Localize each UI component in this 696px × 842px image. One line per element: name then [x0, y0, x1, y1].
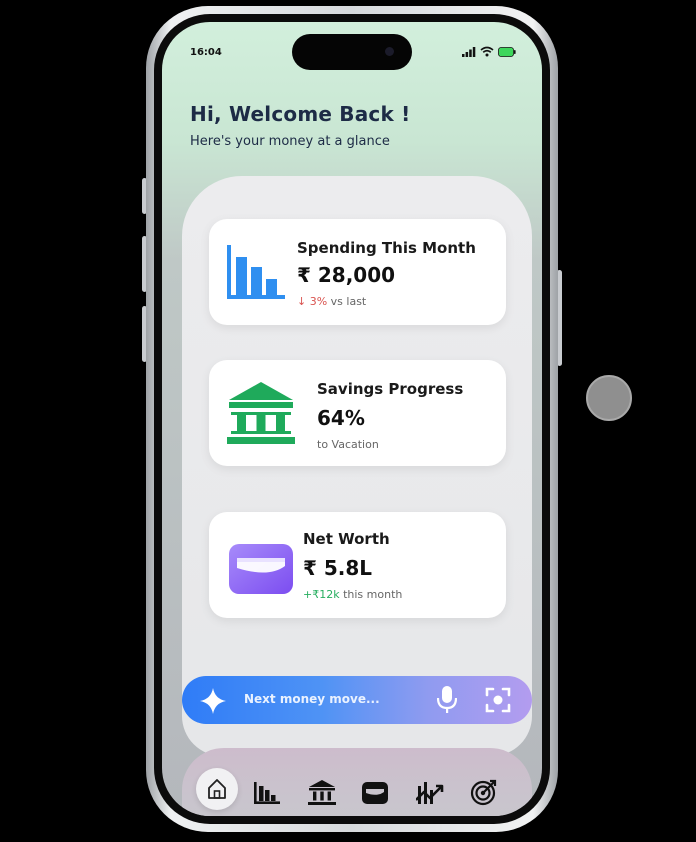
- nav-wallet-icon[interactable]: [362, 782, 388, 804]
- battery-icon: [498, 46, 516, 57]
- touch-cursor-indicator: [586, 375, 632, 421]
- networth-change-amount: +₹12k: [303, 588, 340, 601]
- nav-savings-icon[interactable]: [308, 780, 336, 806]
- networth-card[interactable]: Net Worth ₹ 5.8L +₹12k this month: [209, 512, 506, 618]
- phone-frame: 16:04 Hi, Welcome Back ! Here's your mon…: [146, 6, 558, 832]
- wifi-icon: [480, 46, 494, 57]
- savings-detail: to Vacation: [317, 438, 379, 451]
- bottom-nav: [182, 748, 532, 816]
- scan-icon[interactable]: [485, 687, 511, 713]
- savings-value: 64%: [317, 406, 365, 430]
- camera-lens: [385, 47, 394, 56]
- microphone-icon[interactable]: [437, 686, 457, 714]
- nav-trend-icon[interactable]: [416, 780, 444, 806]
- status-time: 16:04: [190, 47, 222, 58]
- spending-change: ↓ 3% vs last: [297, 295, 366, 308]
- nav-home-button[interactable]: [196, 768, 238, 810]
- nav-analytics-icon[interactable]: [254, 782, 280, 804]
- bar-chart-icon: [227, 245, 285, 299]
- spending-value: ₹ 28,000: [297, 263, 396, 287]
- phone-bezel: 16:04 Hi, Welcome Back ! Here's your mon…: [154, 14, 550, 824]
- networth-value: ₹ 5.8L: [303, 556, 373, 580]
- status-icons: [462, 46, 516, 57]
- spending-card[interactable]: Spending This Month ₹ 28,000 ↓ 3% vs las…: [209, 219, 506, 325]
- networth-title: Net Worth: [303, 530, 390, 548]
- networth-change: +₹12k this month: [303, 588, 402, 601]
- assistant-input-bar[interactable]: Next money move...: [182, 676, 532, 724]
- stage: 16:04 Hi, Welcome Back ! Here's your mon…: [0, 0, 696, 842]
- wallet-icon: [229, 544, 293, 594]
- page-title: Hi, Welcome Back !: [190, 102, 411, 126]
- spending-change-percent: ↓ 3%: [297, 295, 328, 308]
- nav-goals-icon[interactable]: [470, 778, 498, 806]
- dynamic-island: [292, 34, 412, 70]
- assistant-placeholder[interactable]: Next money move...: [244, 692, 380, 706]
- sparkle-icon: [200, 688, 226, 714]
- home-icon: [208, 779, 226, 799]
- signal-icon: [462, 46, 476, 57]
- spending-title: Spending This Month: [297, 239, 476, 257]
- savings-title: Savings Progress: [317, 380, 464, 398]
- page-subtitle: Here's your money at a glance: [190, 134, 390, 149]
- bank-icon: [227, 382, 295, 444]
- savings-card[interactable]: Savings Progress 64% to Vacation: [209, 360, 506, 466]
- app-screen: 16:04 Hi, Welcome Back ! Here's your mon…: [162, 22, 542, 816]
- networth-change-label: this month: [339, 588, 403, 601]
- spending-change-label: vs last: [327, 295, 367, 308]
